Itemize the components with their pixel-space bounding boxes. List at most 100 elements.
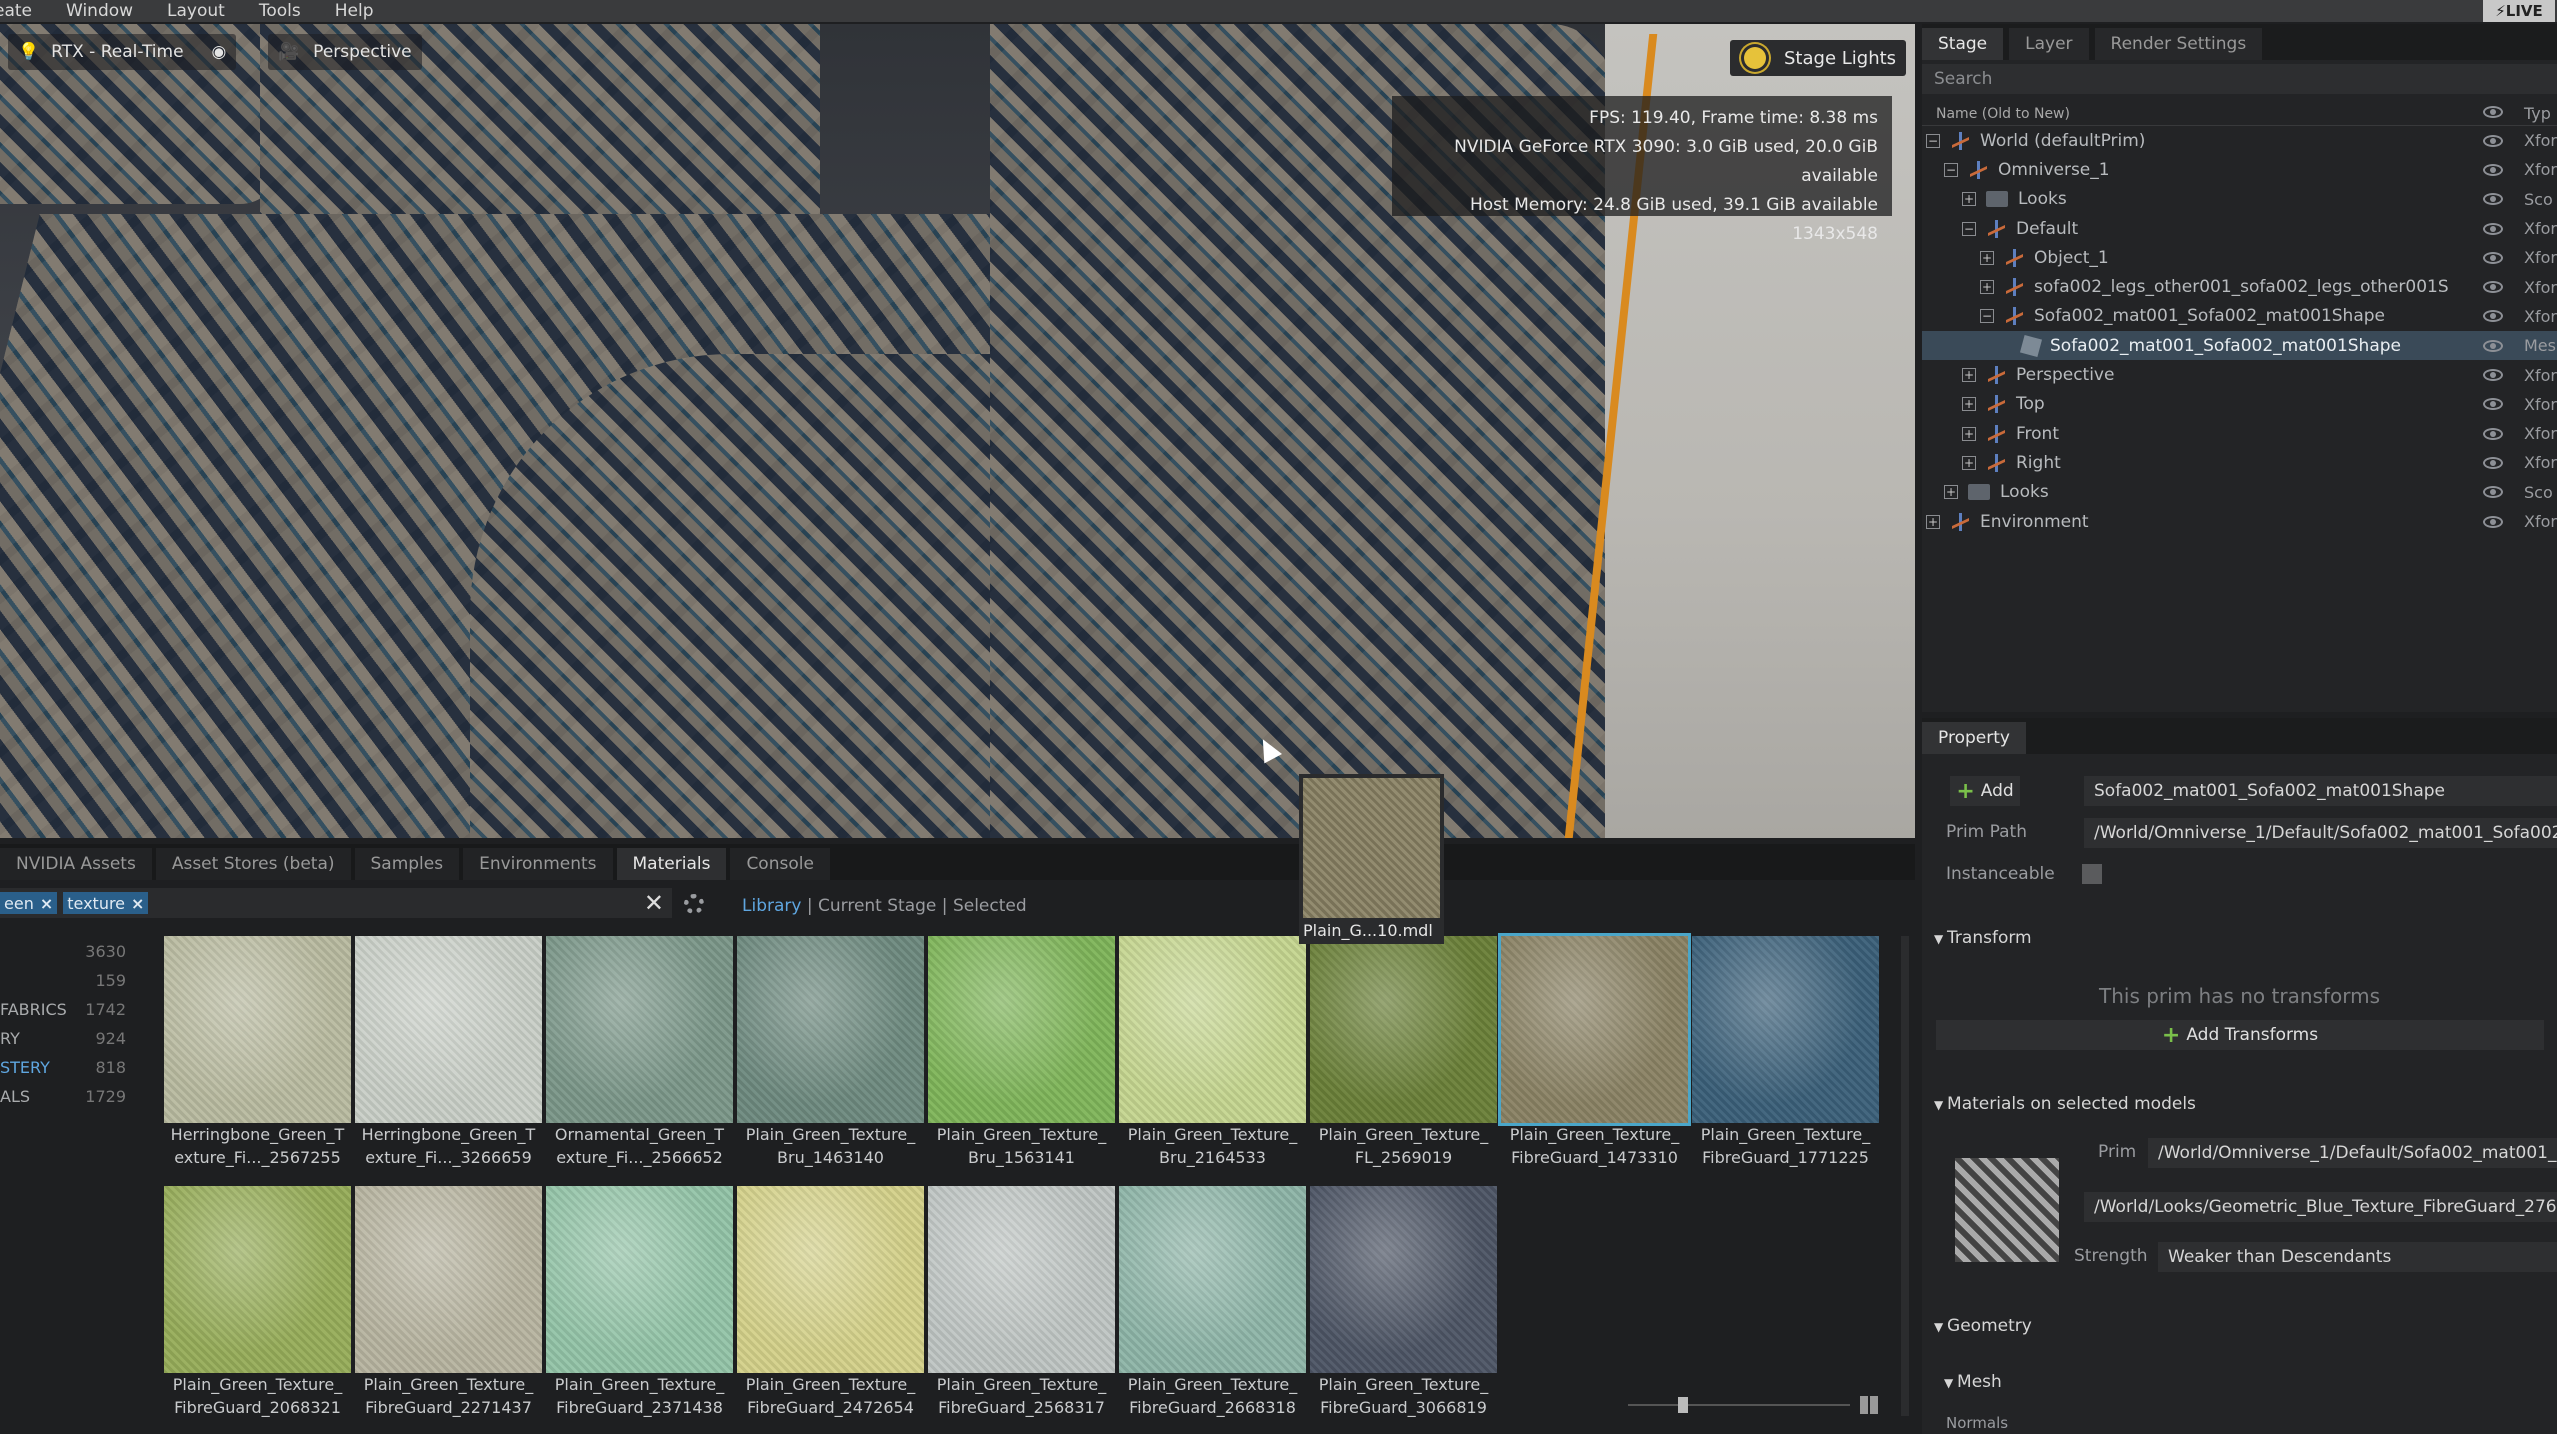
material-tile[interactable]: Ornamental_Green_T exture_Fi..._2566652 [546, 936, 733, 1169]
grid-view-icon[interactable] [1860, 1396, 1878, 1414]
tab-stage[interactable]: Stage [1922, 28, 2004, 60]
tab-environments[interactable]: Environments [463, 848, 613, 880]
type-column-header[interactable]: Typ [2524, 104, 2551, 123]
material-path-field[interactable]: /World/Looks/Geometric_Blue_Texture_Fibr… [2084, 1192, 2557, 1222]
eye-icon[interactable] [2483, 486, 2503, 499]
material-tile[interactable]: Plain_Green_Texture_ FibreGuard_2472654 [737, 1186, 924, 1419]
materials-section[interactable]: Materials on selected models [1934, 1094, 2196, 1114]
material-tile[interactable]: Herringbone_Green_T exture_Fi..._3266659 [355, 936, 542, 1169]
renderer-menu[interactable]: 💡 RTX - Real-Time ◉ [8, 34, 237, 70]
tree-row[interactable]: − Default Xfor [1922, 214, 2557, 243]
expand-icon[interactable]: + [1962, 368, 1976, 383]
tab-render-settings[interactable]: Render Settings [2094, 28, 2263, 60]
filter-bar[interactable]: een × texture × ✕ [0, 888, 672, 918]
tab-materials[interactable]: Materials [616, 848, 727, 880]
tree-row[interactable]: + Looks Sco [1922, 478, 2557, 507]
live-button[interactable]: ⚡ LIVE [2483, 0, 2555, 22]
close-icon[interactable]: × [40, 894, 53, 913]
name-column-header[interactable]: Name (Old to New) [1936, 106, 2070, 122]
tree-row[interactable]: + Environment Xfor [1922, 507, 2557, 536]
tree-row[interactable]: + Front Xfor [1922, 419, 2557, 448]
clear-filter-icon[interactable]: ✕ [644, 889, 664, 917]
category-item[interactable]: 159 [0, 971, 160, 1000]
expand-icon[interactable]: + [1980, 280, 1994, 295]
tree-row[interactable]: + sofa002_legs_other001_sofa002_legs_othe… [1922, 272, 2557, 301]
filter-chip[interactable]: een × [0, 892, 58, 914]
material-prim-field[interactable]: /World/Omniverse_1/Default/Sofa002_mat00… [2148, 1138, 2557, 1168]
grid-scrollbar[interactable] [1901, 936, 1909, 1416]
material-tile[interactable]: Plain_Green_Texture_ FL_2569019 [1310, 936, 1497, 1169]
menu-window[interactable]: Window [66, 1, 133, 21]
transform-section[interactable]: Transform [1934, 928, 2032, 948]
close-icon[interactable]: × [131, 894, 144, 913]
tree-row[interactable]: − Omniverse_1 Xfor [1922, 155, 2557, 184]
gear-icon[interactable] [684, 894, 704, 914]
stage-lights-button[interactable]: Stage Lights [1730, 40, 1906, 76]
tab-console[interactable]: Console [730, 848, 830, 880]
prim-path-field[interactable]: /World/Omniverse_1/Default/Sofa002_mat00… [2084, 818, 2557, 848]
tab-asset-stores[interactable]: Asset Stores (beta) [155, 848, 351, 880]
instanceable-checkbox[interactable] [2082, 864, 2102, 884]
eye-icon[interactable] [2483, 310, 2503, 323]
category-item[interactable]: FABRICS 1742 [0, 1000, 160, 1029]
eye-icon[interactable] [2483, 222, 2503, 235]
stage-search-input[interactable]: Search [1922, 64, 2557, 94]
tab-property[interactable]: Property [1922, 722, 2026, 754]
expand-icon[interactable]: + [1962, 192, 1976, 207]
filter-chip[interactable]: texture × [63, 892, 149, 914]
eye-icon[interactable] [2483, 251, 2503, 264]
material-tile[interactable]: Plain_Green_Texture_ Bru_1463140 [737, 936, 924, 1169]
expand-icon[interactable]: + [1962, 426, 1976, 441]
camera-menu[interactable]: 🎥 Perspective [268, 34, 422, 70]
expand-icon[interactable]: + [1962, 455, 1976, 470]
source-library[interactable]: Library [742, 896, 801, 916]
eye-icon[interactable]: ◉ [212, 42, 227, 62]
menu-help[interactable]: Help [335, 1, 374, 21]
geometry-section[interactable]: Geometry [1934, 1316, 2032, 1336]
menu-layout[interactable]: Layout [167, 1, 225, 21]
menu-tools[interactable]: Tools [259, 1, 301, 21]
tree-row[interactable]: Sofa002_mat001_Sofa002_mat001Shape Mes [1922, 331, 2557, 361]
collapse-icon[interactable]: − [1980, 309, 1994, 324]
tree-row[interactable]: − Sofa002_mat001_Sofa002_mat001Shape Xfor [1922, 302, 2557, 331]
add-transforms-button[interactable]: + Add Transforms [1936, 1020, 2544, 1050]
expand-icon[interactable]: + [1980, 250, 1994, 265]
thumbnail-size-slider[interactable] [1628, 1396, 1850, 1414]
add-button[interactable]: + Add [1950, 776, 2020, 806]
material-tile[interactable]: Plain_Green_Texture_ Bru_1563141 [928, 936, 1115, 1169]
tab-nvidia-assets[interactable]: NVIDIA Assets [0, 848, 152, 880]
collapse-icon[interactable]: − [1962, 221, 1976, 236]
eye-icon[interactable] [2483, 134, 2503, 147]
eye-icon[interactable] [2483, 281, 2503, 294]
category-item[interactable]: ALS 1729 [0, 1087, 160, 1116]
tree-row[interactable]: − World (defaultPrim) Xfor [1922, 126, 2557, 155]
material-tile[interactable]: Plain_Green_Texture_ FibreGuard_2271437 [355, 1186, 542, 1419]
category-item[interactable]: STERY 818 [0, 1058, 160, 1087]
tab-samples[interactable]: Samples [354, 848, 460, 880]
material-tile[interactable]: Plain_Green_Texture_ FibreGuard_2068321 [164, 1186, 351, 1419]
category-item[interactable]: 3630 [0, 942, 160, 971]
tree-row[interactable]: + Object_1 Xfor [1922, 243, 2557, 272]
category-item[interactable]: RY 924 [0, 1029, 160, 1058]
eye-icon[interactable] [2483, 398, 2503, 411]
source-current-stage[interactable]: Current Stage [818, 896, 936, 916]
collapse-icon[interactable]: − [1944, 162, 1958, 177]
material-tile[interactable]: Plain_Green_Texture_ FibreGuard_3066819 [1310, 1186, 1497, 1419]
tree-header[interactable]: Name (Old to New) Typ [1922, 102, 2557, 126]
material-tile[interactable]: Plain_Green_Texture_ FibreGuard_2371438 [546, 1186, 733, 1419]
expand-icon[interactable]: + [1926, 514, 1940, 529]
strength-select[interactable]: Weaker than Descendants [2158, 1242, 2557, 1272]
tree-row[interactable]: + Top Xfor [1922, 390, 2557, 419]
material-tile[interactable]: Plain_Green_Texture_ Bru_2164533 [1119, 936, 1306, 1169]
expand-icon[interactable]: + [1962, 397, 1976, 412]
collapse-icon[interactable]: − [1926, 133, 1940, 148]
expand-icon[interactable]: + [1944, 485, 1958, 500]
material-tile[interactable]: Plain_Green_Texture_ FibreGuard_2668318 [1119, 1186, 1306, 1419]
eye-icon[interactable] [2483, 193, 2503, 206]
material-tile[interactable]: Herringbone_Green_T exture_Fi..._2567255 [164, 936, 351, 1169]
eye-icon[interactable] [2483, 427, 2503, 440]
source-selected[interactable]: Selected [953, 896, 1027, 916]
eye-icon[interactable] [2483, 515, 2503, 528]
mesh-section[interactable]: Mesh [1944, 1372, 2002, 1392]
eye-icon[interactable] [2483, 163, 2503, 176]
